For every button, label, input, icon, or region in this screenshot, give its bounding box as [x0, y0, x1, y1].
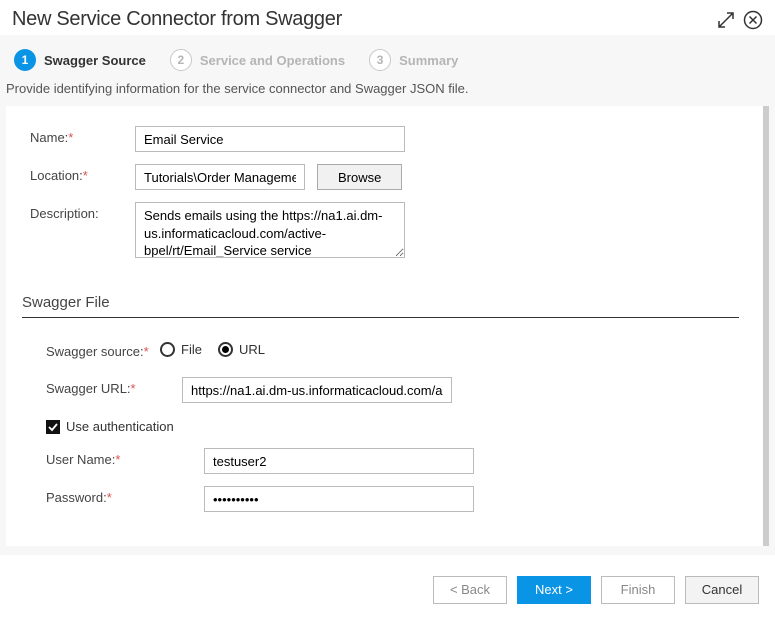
next-button[interactable]: Next > [517, 576, 591, 604]
step-swagger-source[interactable]: 1 Swagger Source [14, 49, 146, 71]
step-label: Swagger Source [44, 53, 146, 68]
back-button[interactable]: < Back [433, 576, 507, 604]
content-panel: Name:* Location:* Browse Description: Se… [6, 106, 769, 546]
radio-icon [160, 342, 175, 357]
dialog-title: New Service Connector from Swagger [12, 8, 342, 31]
description-input[interactable]: Sends emails using the https://na1.ai.dm… [135, 202, 405, 258]
swagger-source-label: Swagger source:* [30, 340, 160, 359]
browse-button[interactable]: Browse [317, 164, 402, 190]
close-icon[interactable] [743, 10, 763, 30]
username-label: User Name:* [30, 448, 160, 467]
finish-button[interactable]: Finish [601, 576, 675, 604]
instruction-text: Provide identifying information for the … [0, 81, 775, 106]
radio-label: URL [239, 342, 265, 357]
section-divider [22, 317, 739, 318]
step-label: Summary [399, 53, 458, 68]
radio-label: File [181, 342, 202, 357]
cancel-button[interactable]: Cancel [685, 576, 759, 604]
swagger-file-section-title: Swagger File [22, 294, 739, 311]
radio-url[interactable]: URL [218, 342, 265, 357]
swagger-url-input[interactable] [182, 377, 452, 403]
step-number: 2 [170, 49, 192, 71]
use-auth-checkbox[interactable] [46, 420, 60, 434]
password-label: Password:* [30, 486, 160, 505]
name-label: Name:* [30, 126, 135, 145]
name-input[interactable] [135, 126, 405, 152]
step-service-operations[interactable]: 2 Service and Operations [170, 49, 345, 71]
step-label: Service and Operations [200, 53, 345, 68]
location-label: Location:* [30, 164, 135, 183]
description-label: Description: [30, 202, 135, 221]
step-number: 3 [369, 49, 391, 71]
radio-file[interactable]: File [160, 342, 202, 357]
username-input[interactable] [204, 448, 474, 474]
step-summary[interactable]: 3 Summary [369, 49, 458, 71]
step-number: 1 [14, 49, 36, 71]
expand-icon[interactable] [717, 11, 735, 29]
password-input[interactable] [204, 486, 474, 512]
swagger-url-label: Swagger URL:* [30, 377, 160, 396]
location-input[interactable] [135, 164, 305, 190]
use-auth-label: Use authentication [66, 419, 174, 434]
radio-icon [218, 342, 233, 357]
wizard-steps: 1 Swagger Source 2 Service and Operation… [0, 35, 775, 81]
